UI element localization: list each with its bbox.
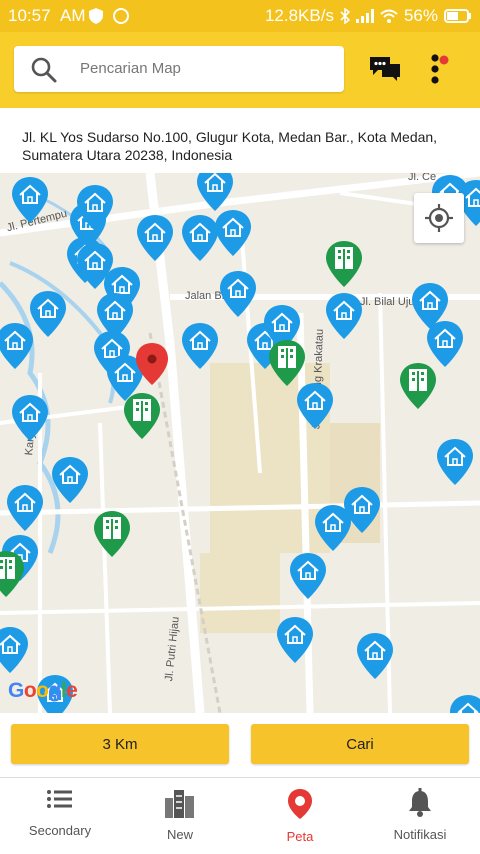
- house-listing-pin[interactable]: [435, 437, 475, 487]
- house-listing-pin[interactable]: [288, 551, 328, 601]
- bottom-nav: Secondary New Peta Notifikasi: [0, 777, 480, 854]
- network-speed: 12.8KB/s: [264, 6, 334, 25]
- house-listing-pin[interactable]: [218, 269, 258, 319]
- apartment-listing-pin[interactable]: [92, 509, 132, 559]
- battery-level: 56%: [403, 6, 438, 25]
- house-listing-pin[interactable]: [50, 455, 90, 505]
- house-listing-pin[interactable]: [213, 208, 253, 258]
- house-listing-pin[interactable]: [448, 693, 480, 713]
- house-listing-pin[interactable]: [275, 615, 315, 665]
- house-listing-pin[interactable]: [0, 625, 30, 675]
- house-listing-pin[interactable]: [0, 321, 35, 371]
- info-icon: [113, 8, 129, 24]
- house-listing-pin[interactable]: [295, 381, 335, 431]
- bell-icon: [409, 788, 431, 817]
- house-listing-pin[interactable]: [10, 393, 50, 443]
- nav-notifikasi[interactable]: Notifikasi: [360, 788, 480, 842]
- wifi-icon: [380, 9, 398, 23]
- house-listing-pin[interactable]: [324, 291, 364, 341]
- more-menu-icon[interactable]: [426, 52, 452, 86]
- house-listing-pin[interactable]: [5, 483, 45, 533]
- signal-icon: [355, 9, 374, 23]
- bluetooth-icon: [340, 8, 350, 24]
- current-address: Jl. KL Yos Sudarso No.100, Glugur Kota, …: [22, 129, 438, 163]
- status-bar: 10:57 AM 12.8KB/s 56%: [0, 0, 480, 32]
- house-listing-pin[interactable]: [135, 213, 175, 263]
- battery-icon: [444, 9, 471, 23]
- house-listing-pin[interactable]: [313, 503, 353, 553]
- radius-button[interactable]: 3 Km: [11, 724, 229, 764]
- status-right: 12.8KB/s 56%: [265, 6, 472, 26]
- search-box[interactable]: Pencarian Map: [14, 46, 344, 92]
- apartment-listing-pin[interactable]: [267, 338, 307, 388]
- nav-new[interactable]: New: [120, 788, 240, 842]
- nav-secondary[interactable]: Secondary: [0, 788, 120, 838]
- house-listing-pin[interactable]: [195, 173, 235, 213]
- shield-icon: [89, 8, 103, 24]
- nav-peta[interactable]: Peta: [240, 788, 360, 844]
- status-time: 10:57 AM: [8, 6, 86, 25]
- chat-icon[interactable]: [368, 55, 402, 83]
- search-icon: [31, 57, 57, 83]
- address-bar: Jl. KL Yos Sudarso No.100, Glugur Kota, …: [0, 108, 480, 173]
- my-location-button[interactable]: [414, 193, 464, 243]
- apartment-listing-pin[interactable]: [398, 361, 438, 411]
- search-button[interactable]: Cari: [251, 724, 469, 764]
- apartment-listing-pin[interactable]: [0, 549, 26, 599]
- apartment-listing-pin[interactable]: [122, 391, 162, 441]
- top-bar: Pencarian Map: [0, 32, 480, 108]
- crosshair-icon: [425, 204, 453, 232]
- house-listing-pin[interactable]: [75, 183, 115, 233]
- house-listing-pin[interactable]: [10, 175, 50, 225]
- status-left-icons: [88, 7, 130, 25]
- apartment-listing-pin[interactable]: [324, 239, 364, 289]
- search-input[interactable]: Pencarian Map: [80, 60, 181, 77]
- house-listing-pin[interactable]: [180, 321, 220, 371]
- buildings-icon: [165, 790, 194, 818]
- selected-location-pin: [136, 343, 168, 385]
- action-bar: 3 Km Cari: [0, 713, 480, 777]
- map-view[interactable]: Jl. Pertempu Jalan Bilal Jl. Bilal Ujung…: [0, 173, 480, 713]
- map-pin-icon: [288, 789, 312, 819]
- google-logo: Google: [8, 679, 78, 702]
- list-icon: [47, 790, 72, 808]
- house-listing-pin[interactable]: [355, 631, 395, 681]
